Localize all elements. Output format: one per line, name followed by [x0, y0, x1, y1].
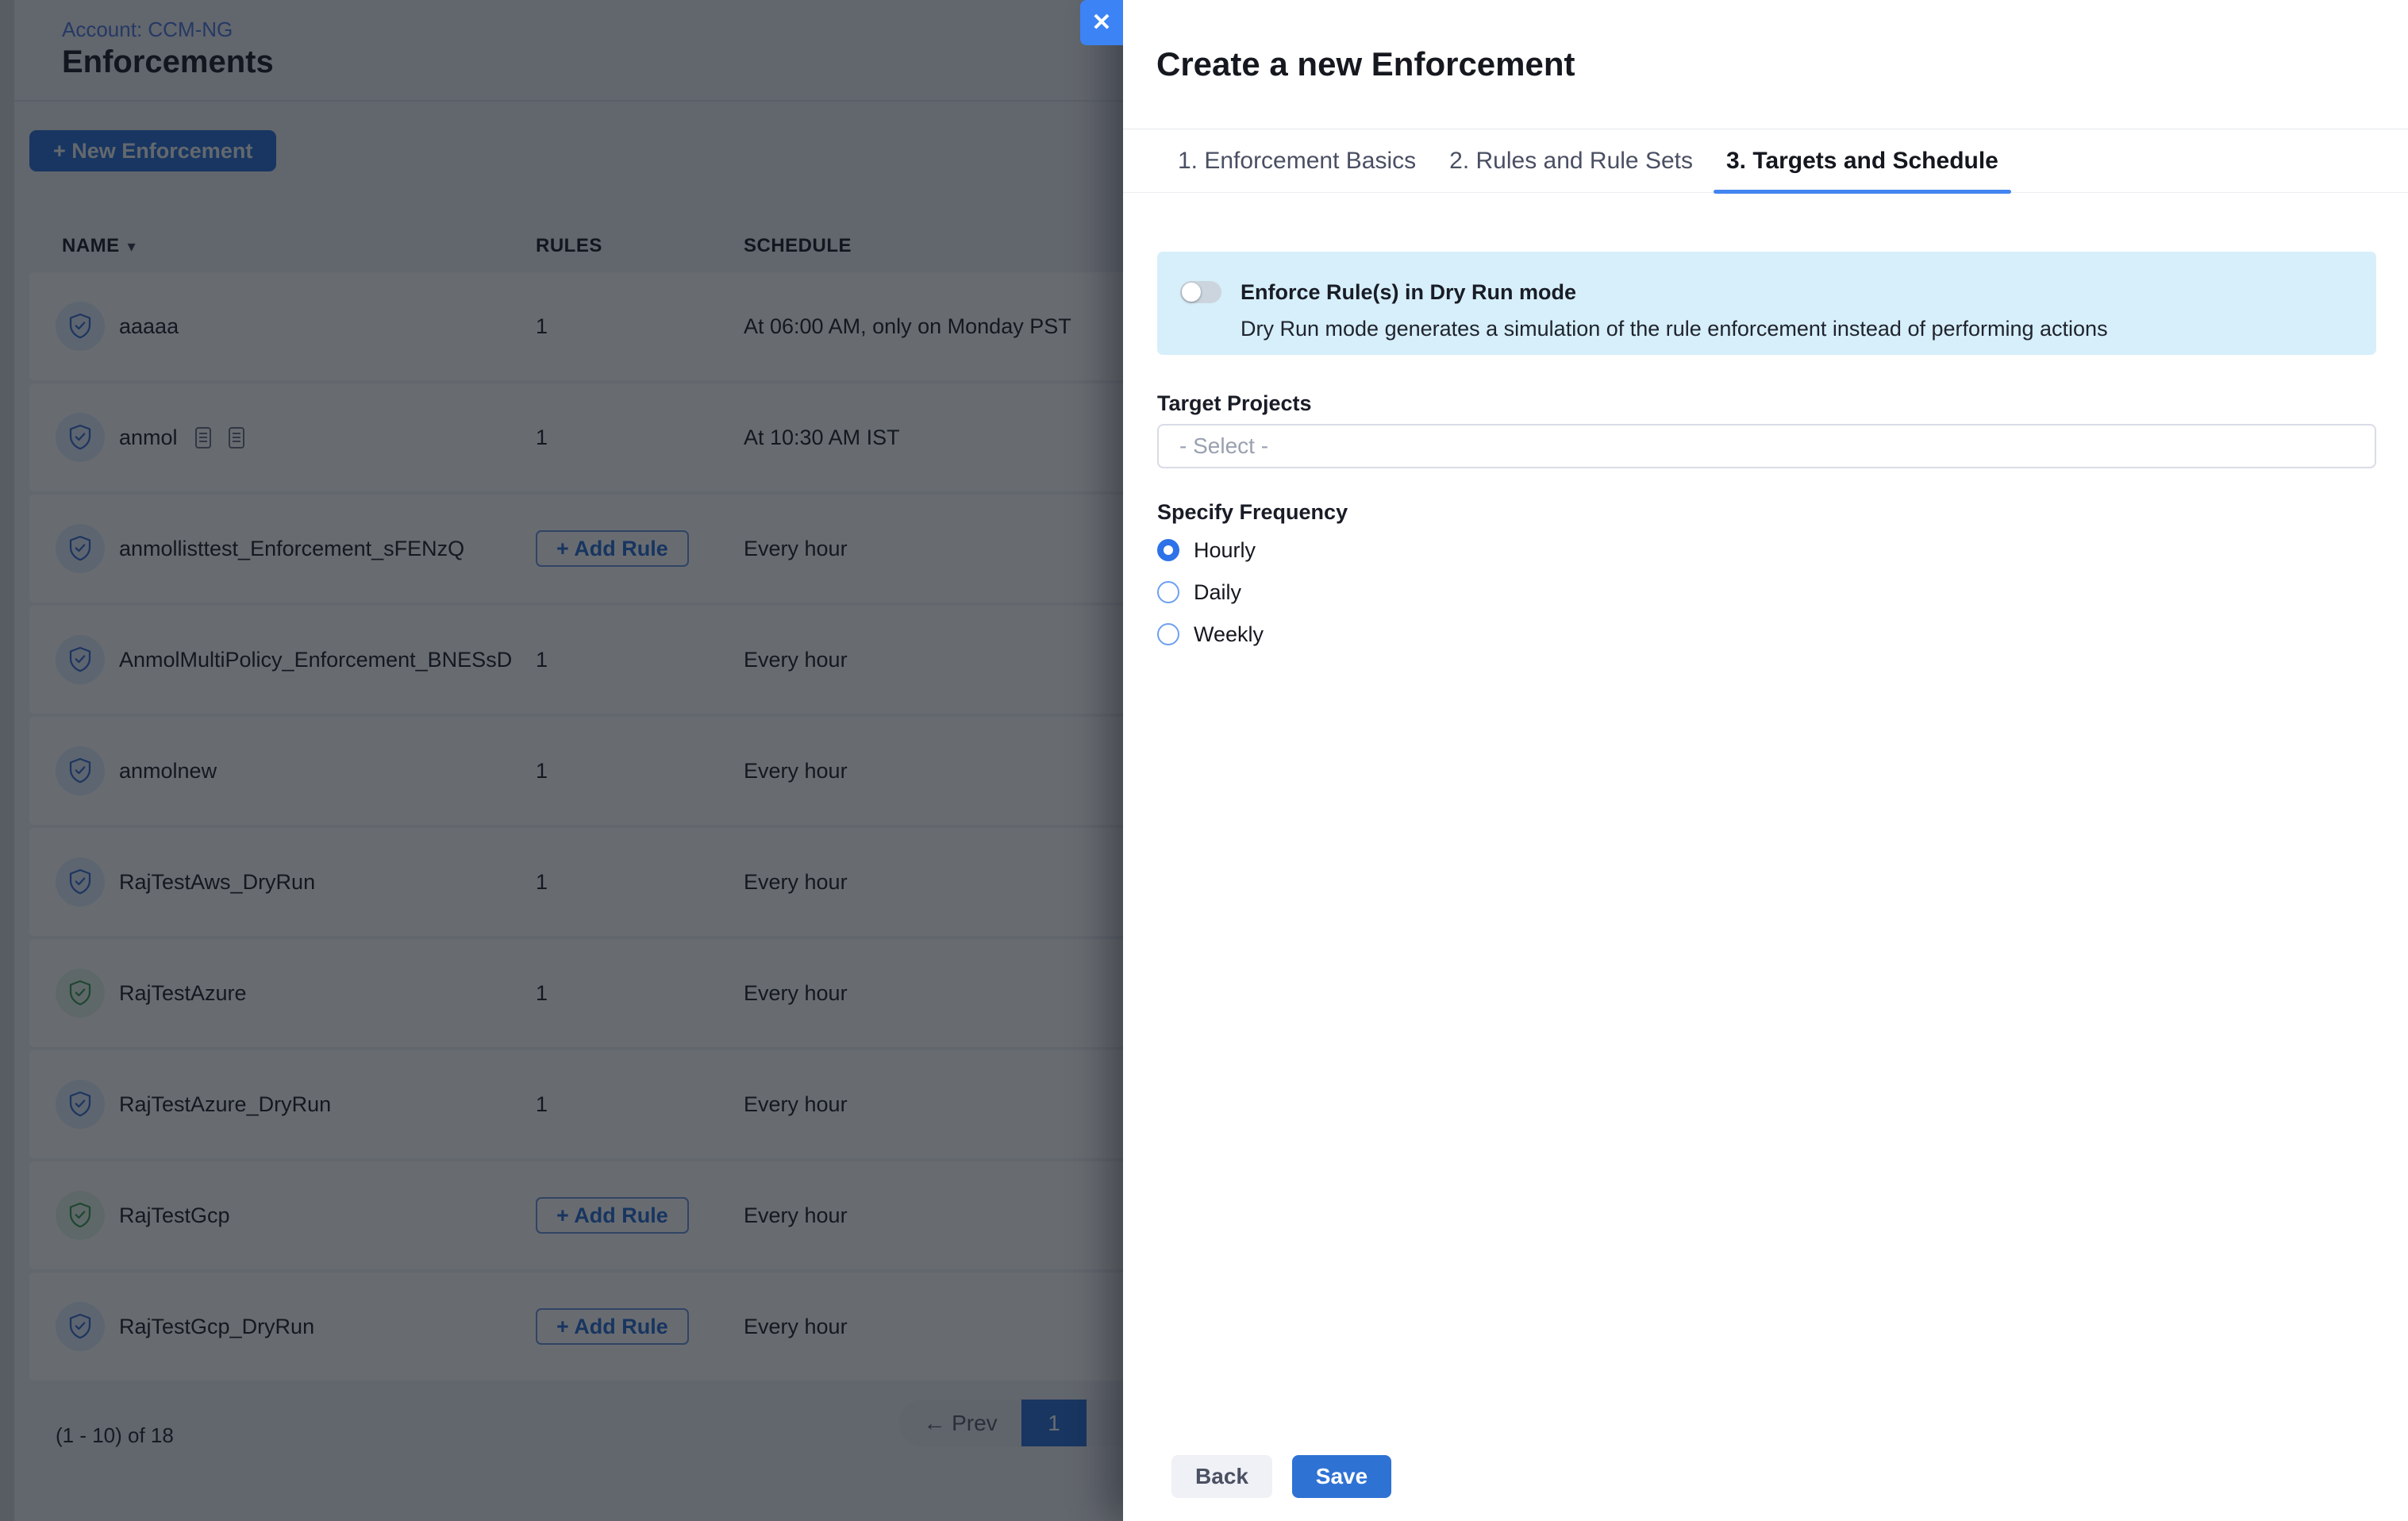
frequency-option-hourly[interactable]: Hourly	[1157, 539, 2376, 561]
close-icon[interactable]: ✕	[1080, 0, 1123, 45]
radio-unselected-icon[interactable]	[1157, 623, 1179, 645]
drawer-title: Create a new Enforcement	[1156, 45, 1575, 83]
drawer-content: Enforce Rule(s) in Dry Run mode Dry Run …	[1123, 193, 2408, 645]
radio-label: Daily	[1194, 580, 1241, 605]
radio-selected-icon[interactable]	[1157, 539, 1179, 561]
tab-enforcement-basics[interactable]: 1. Enforcement Basics	[1165, 129, 1429, 193]
tab-targets-and-schedule[interactable]: 3. Targets and Schedule	[1714, 129, 2011, 193]
radio-unselected-icon[interactable]	[1157, 581, 1179, 603]
tab-rules-and-rule-sets[interactable]: 2. Rules and Rule Sets	[1437, 129, 1706, 193]
frequency-option-daily[interactable]: Daily	[1157, 581, 2376, 603]
dry-run-title: Enforce Rule(s) in Dry Run mode	[1241, 278, 2108, 306]
create-enforcement-drawer: ✕ Create a new Enforcement 1. Enforcemen…	[1123, 0, 2408, 1521]
save-button[interactable]: Save	[1292, 1455, 1391, 1498]
target-projects-select[interactable]: - Select -	[1157, 424, 2376, 468]
drawer-footer: Back Save	[1171, 1455, 1391, 1498]
radio-label: Weekly	[1194, 622, 1264, 647]
select-placeholder: - Select -	[1179, 433, 1268, 459]
radio-label: Hourly	[1194, 538, 1256, 563]
dry-run-banner: Enforce Rule(s) in Dry Run mode Dry Run …	[1157, 252, 2376, 355]
dry-run-description: Dry Run mode generates a simulation of t…	[1241, 314, 2108, 343]
drawer-tabs: 1. Enforcement Basics 2. Rules and Rule …	[1123, 129, 2408, 193]
toggle-knob	[1182, 283, 1201, 302]
back-button[interactable]: Back	[1171, 1455, 1272, 1498]
dry-run-toggle[interactable]	[1180, 281, 1221, 303]
frequency-option-weekly[interactable]: Weekly	[1157, 623, 2376, 645]
specify-frequency-label: Specify Frequency	[1157, 500, 2376, 525]
target-projects-label: Target Projects	[1157, 391, 2376, 416]
drawer-header: Create a new Enforcement	[1123, 0, 2408, 129]
